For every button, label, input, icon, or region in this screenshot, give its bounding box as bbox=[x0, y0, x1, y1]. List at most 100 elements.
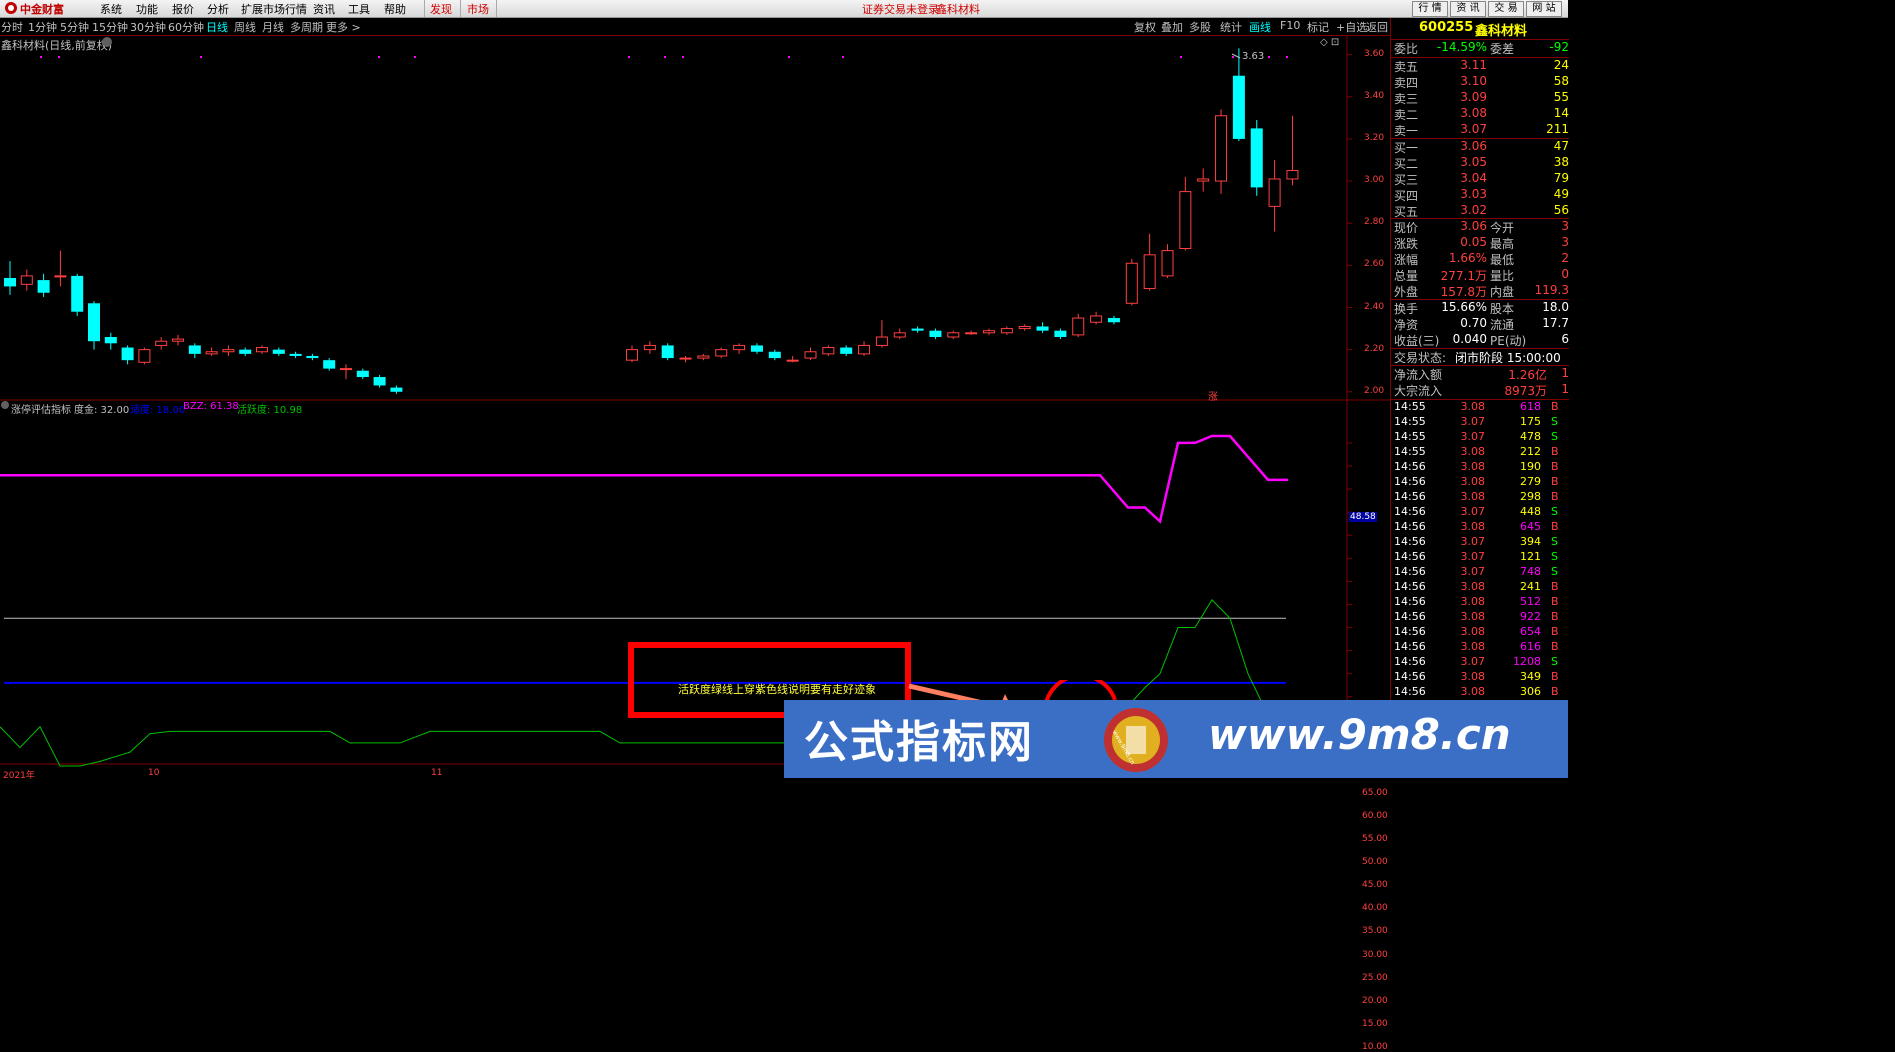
menu-help[interactable]: 帮助 bbox=[384, 1, 406, 17]
stat-label: 现价 bbox=[1394, 221, 1419, 235]
quotes-button[interactable]: 行 情 bbox=[1412, 1, 1448, 17]
tool-multi-stock[interactable]: 多股 bbox=[1189, 19, 1211, 35]
menu-tools[interactable]: 工具 bbox=[348, 1, 370, 17]
menu-function[interactable]: 功能 bbox=[136, 1, 158, 17]
app-logo: 中金财富 bbox=[4, 1, 82, 16]
tick-volume: 121 bbox=[1520, 550, 1541, 563]
tick-side: B bbox=[1551, 520, 1559, 533]
stat-value: 0.05 bbox=[1460, 235, 1487, 249]
period-15min[interactable]: 15分钟 bbox=[92, 19, 128, 35]
menu-analysis[interactable]: 分析 bbox=[207, 1, 229, 17]
ask-price: 3.10 bbox=[1460, 74, 1487, 88]
tool-mark[interactable]: 标记 bbox=[1307, 19, 1329, 35]
tick-row: 14:56 3.08 922 B bbox=[1391, 610, 1569, 625]
menu-ext-market[interactable]: 扩展市场行情 bbox=[241, 1, 307, 17]
period-30min[interactable]: 30分钟 bbox=[130, 19, 166, 35]
tool-back[interactable]: 返回 bbox=[1366, 19, 1388, 35]
period-weekly[interactable]: 周线 bbox=[234, 19, 256, 35]
signal-dot bbox=[1268, 56, 1270, 58]
period-1min[interactable]: 1分钟 bbox=[28, 19, 57, 35]
period-monthly[interactable]: 月线 bbox=[262, 19, 284, 35]
bid-label: 买三 bbox=[1394, 173, 1419, 187]
bid-price: 3.04 bbox=[1460, 171, 1487, 185]
tick-side: S bbox=[1551, 415, 1558, 428]
tick-time: 14:56 bbox=[1394, 475, 1426, 488]
fund-flow-label: 净流入额 bbox=[1394, 368, 1443, 382]
tick-row: 14:56 3.07 448 S bbox=[1391, 505, 1569, 520]
tick-side: S bbox=[1551, 505, 1558, 518]
tick-time: 14:55 bbox=[1394, 400, 1426, 413]
signal-dot bbox=[58, 56, 60, 58]
ask-row: 卖五 3.11 24 bbox=[1391, 58, 1569, 74]
tick-time: 14:55 bbox=[1394, 415, 1426, 428]
tick-volume: 654 bbox=[1520, 625, 1541, 638]
indicator-moderate-label: 适度: 18.00 bbox=[130, 405, 186, 416]
stat-value: 3 bbox=[1561, 219, 1569, 233]
candle-body-up bbox=[1179, 191, 1192, 250]
fundamental-row: 换手 15.66% 股本 18.0 bbox=[1391, 300, 1569, 316]
menu-separator bbox=[496, 0, 497, 17]
candle-body-up bbox=[643, 344, 656, 351]
indicator-name[interactable]: 涨停评估指标 bbox=[11, 401, 71, 416]
tool-overlay[interactable]: 叠加 bbox=[1161, 19, 1183, 35]
bid-volume: 79 bbox=[1553, 171, 1569, 185]
period-intraday[interactable]: 分时 bbox=[1, 19, 23, 35]
candle-body-up bbox=[155, 340, 168, 346]
fund-flow-label: 大宗流入 bbox=[1394, 384, 1443, 398]
period-daily[interactable]: 日线 bbox=[206, 19, 228, 35]
weibi-value: -14.59% bbox=[1436, 40, 1487, 54]
tick-time: 14:56 bbox=[1394, 505, 1426, 518]
ask-price: 3.07 bbox=[1460, 122, 1487, 136]
trade-button[interactable]: 交 易 bbox=[1488, 1, 1524, 17]
period-5min[interactable]: 5分钟 bbox=[60, 19, 89, 35]
candle-body-down bbox=[1250, 128, 1263, 188]
tick-side: B bbox=[1551, 625, 1559, 638]
fundamental-label: 换手 bbox=[1394, 302, 1419, 316]
ask-price: 3.08 bbox=[1460, 106, 1487, 120]
tool-add-watchlist[interactable]: +自选 bbox=[1336, 19, 1367, 35]
date-label-nov: 11 bbox=[431, 768, 443, 778]
bid-label: 买二 bbox=[1394, 157, 1419, 171]
tick-volume: 212 bbox=[1520, 445, 1541, 458]
menu-news[interactable]: 资讯 bbox=[313, 1, 335, 17]
tool-statistics[interactable]: 统计 bbox=[1220, 19, 1242, 35]
tool-draw-line[interactable]: 画线 bbox=[1249, 19, 1271, 35]
period-more[interactable]: 更多 > bbox=[326, 19, 361, 35]
tick-time: 14:56 bbox=[1394, 685, 1426, 698]
bid-price: 3.03 bbox=[1460, 187, 1487, 201]
news-button[interactable]: 资 讯 bbox=[1450, 1, 1486, 17]
tick-side: S bbox=[1551, 550, 1558, 563]
tick-side: B bbox=[1551, 400, 1559, 413]
signal-dot bbox=[682, 56, 684, 58]
tick-time: 14:56 bbox=[1394, 610, 1426, 623]
website-button[interactable]: 网 站 bbox=[1526, 1, 1562, 17]
tool-f10[interactable]: F10 bbox=[1280, 19, 1300, 32]
tick-price: 3.07 bbox=[1460, 550, 1486, 563]
candle-body-up bbox=[715, 349, 728, 357]
menu-discover[interactable]: 发现 bbox=[430, 1, 452, 17]
price-axis-label: 2.00 bbox=[1364, 385, 1385, 396]
candle-body-up bbox=[1090, 315, 1103, 323]
login-status[interactable]: 证券交易未登录 bbox=[862, 1, 939, 17]
tick-side: B bbox=[1551, 595, 1559, 608]
indicator-current-marker: 48.58 bbox=[1349, 512, 1377, 522]
price-axis-label: 2.40 bbox=[1364, 301, 1385, 312]
tick-time: 14:56 bbox=[1394, 670, 1426, 683]
stat-label: 今开 bbox=[1490, 221, 1515, 235]
menu-system[interactable]: 系统 bbox=[100, 1, 122, 17]
candle-body-down bbox=[911, 328, 924, 331]
tool-restore-right[interactable]: 复权 bbox=[1134, 19, 1156, 35]
period-multi[interactable]: 多周期 bbox=[290, 19, 323, 35]
tick-price: 3.07 bbox=[1460, 415, 1486, 428]
bid-price: 3.06 bbox=[1460, 139, 1487, 153]
candle-body-up bbox=[804, 351, 817, 359]
menu-market[interactable]: 市场 bbox=[467, 1, 489, 17]
window-stock-title: 鑫科材料 bbox=[936, 3, 980, 16]
fund-flow-row: 大宗流入 8973万 1 bbox=[1391, 382, 1569, 398]
fundamental-value: 15.66% bbox=[1441, 300, 1487, 314]
tick-price: 3.08 bbox=[1460, 445, 1486, 458]
indicator-axis-label: 55.00 bbox=[1362, 834, 1388, 845]
menu-quote[interactable]: 报价 bbox=[172, 1, 194, 17]
indicator-options-icon[interactable] bbox=[1, 401, 9, 409]
period-60min[interactable]: 60分钟 bbox=[168, 19, 204, 35]
